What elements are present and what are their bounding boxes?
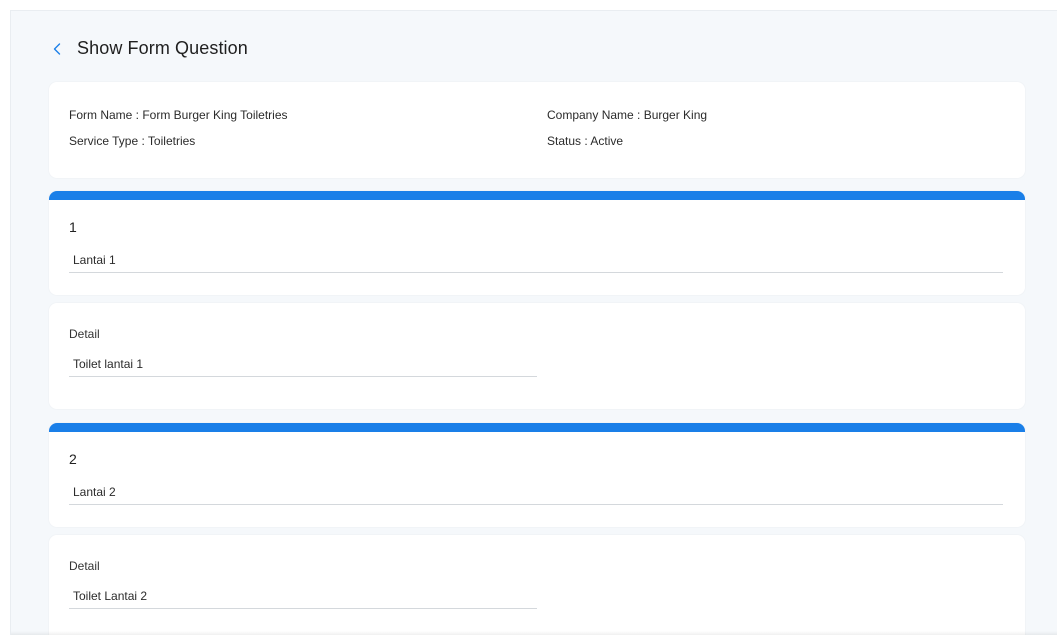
- form-name-text: Form Name : Form Burger King Toiletries: [69, 108, 288, 122]
- detail-field[interactable]: [69, 583, 537, 609]
- detail-card-2: Detail: [49, 535, 1025, 635]
- question-answer-field[interactable]: [69, 247, 1003, 273]
- detail-card-1: Detail: [49, 303, 1025, 409]
- question-number: 2: [69, 451, 77, 467]
- page-title: Show Form Question: [77, 38, 248, 58]
- page-frame: Show Form Question Form Name : Form Burg…: [10, 10, 1057, 635]
- bottom-shadow: [11, 631, 1057, 635]
- back-button[interactable]: [49, 39, 65, 59]
- detail-label: Detail: [69, 327, 100, 341]
- question-number: 1: [69, 219, 77, 235]
- detail-label: Detail: [69, 559, 100, 573]
- company-name-text: Company Name : Burger King: [547, 108, 708, 122]
- question-card-1: 1: [49, 191, 1025, 295]
- form-info-card: Form Name : Form Burger King Toiletries …: [49, 82, 1025, 178]
- chevron-left-icon: [53, 43, 61, 55]
- question-accent-bar: [49, 191, 1025, 200]
- detail-field[interactable]: [69, 351, 537, 377]
- question-answer-field[interactable]: [69, 479, 1003, 505]
- page-header: Show Form Question: [11, 11, 1057, 81]
- status-text: Status : Active: [547, 134, 624, 148]
- question-accent-bar: [49, 423, 1025, 432]
- question-card-2: 2: [49, 423, 1025, 527]
- service-type-text: Service Type : Toiletries: [69, 134, 196, 148]
